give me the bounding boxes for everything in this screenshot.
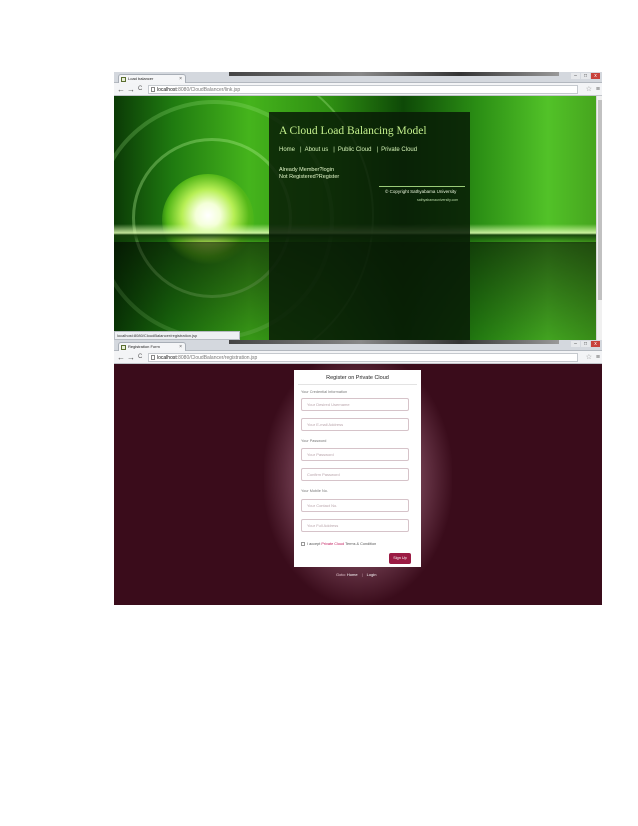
- tab-strip-background: [229, 340, 559, 344]
- terms-suffix: Terms & Condition: [345, 542, 377, 546]
- site-title: A Cloud Load Balancing Model: [279, 125, 427, 137]
- footer-separator: |: [361, 572, 363, 577]
- url-path: :8080/CloudBalancer/link.jsp: [176, 87, 241, 93]
- site-url-text: sathyabamauniversity.com: [417, 198, 459, 202]
- register-link[interactable]: Not Registered?Register: [279, 174, 339, 181]
- url-host: localhost: [157, 87, 177, 93]
- copyright-text: © Copyright Sathyabama University: [385, 189, 457, 194]
- back-arrow-icon[interactable]: ←: [117, 352, 125, 363]
- mobile-input[interactable]: Your Contact No.: [301, 499, 409, 512]
- terms-checkbox[interactable]: [301, 542, 305, 546]
- maximize-button[interactable]: □: [581, 73, 590, 79]
- nav-about-link[interactable]: About us: [305, 147, 329, 153]
- title-divider: [298, 384, 417, 385]
- tab-strip-background: [229, 72, 559, 76]
- browser-menu-icon[interactable]: ≡: [596, 352, 600, 363]
- page-viewport: A Cloud Load Balancing Model Home | About …: [114, 96, 596, 340]
- content-panel: A Cloud Load Balancing Model Home | About …: [269, 112, 470, 340]
- mobile-section-label: Your Mobile No.: [301, 489, 328, 493]
- minimize-button[interactable]: –: [571, 73, 580, 79]
- address-bar[interactable]: localhost:8080/CloudBalancer/registratio…: [148, 353, 578, 362]
- nav-separator: |: [333, 147, 335, 153]
- page-viewport: Register on Private Cloud Your Credentia…: [114, 364, 602, 605]
- browser-window-load-balancer: Load balancer × – □ x ← → C localhost:80…: [114, 72, 602, 340]
- close-window-button[interactable]: x: [591, 341, 600, 347]
- page-favicon-icon: [121, 345, 126, 350]
- address-bar[interactable]: localhost:8080/CloudBalancer/link.jsp: [148, 85, 578, 94]
- username-input[interactable]: Your Desired Username: [301, 398, 409, 411]
- copyright-divider: [379, 186, 465, 187]
- tab-close-icon[interactable]: ×: [179, 343, 182, 351]
- nav-separator: |: [300, 147, 302, 153]
- browser-window-registration: Registration Form × – □ x ← → C localhos…: [114, 340, 602, 605]
- nav-home-link[interactable]: Home: [279, 147, 295, 153]
- tab-strip: Load balancer × – □ x: [114, 72, 602, 83]
- tab-registration-form[interactable]: Registration Form ×: [118, 342, 186, 351]
- url-host: localhost: [157, 355, 177, 361]
- address-toolbar: ← → C localhost:8080/CloudBalancer/link.…: [114, 83, 602, 96]
- back-arrow-icon[interactable]: ←: [117, 84, 125, 95]
- page-favicon-icon: [121, 77, 126, 82]
- password-input[interactable]: Your Password: [301, 448, 409, 461]
- member-login-link[interactable]: Already Member?login: [279, 167, 339, 174]
- footer-login-link[interactable]: Login: [367, 572, 377, 577]
- bookmark-star-icon[interactable]: ☆: [586, 84, 592, 95]
- goto-label: Goto:: [336, 572, 346, 577]
- reload-icon[interactable]: C: [138, 352, 142, 363]
- footer-home-link[interactable]: Home: [347, 572, 358, 577]
- tab-strip: Registration Form × – □ x: [114, 340, 602, 351]
- tab-load-balancer[interactable]: Load balancer ×: [118, 74, 186, 83]
- page-document-icon: [151, 87, 155, 92]
- close-window-button[interactable]: x: [591, 73, 600, 79]
- nav-separator: |: [376, 147, 379, 153]
- terms-prefix: I accept: [307, 542, 321, 546]
- tab-title: Load balancer: [128, 76, 154, 81]
- url-path: :8080/CloudBalancer/registration.jsp: [176, 355, 258, 361]
- status-bar-url: localhost:8080/CloudBalancer/registratio…: [114, 331, 240, 340]
- form-title: Register on Private Cloud: [326, 375, 389, 381]
- address-toolbar: ← → C localhost:8080/CloudBalancer/regis…: [114, 351, 602, 364]
- registration-card: Register on Private Cloud Your Credentia…: [294, 370, 421, 567]
- credentials-section-label: Your Credential Information: [301, 390, 348, 394]
- maximize-button[interactable]: □: [581, 341, 590, 347]
- browser-menu-icon[interactable]: ≡: [596, 84, 600, 95]
- forward-arrow-icon[interactable]: →: [127, 84, 135, 95]
- terms-link[interactable]: Private Cloud: [321, 542, 344, 546]
- nav-private-cloud-link[interactable]: Private Cloud: [381, 147, 417, 153]
- sign-up-button[interactable]: Sign Up: [389, 553, 411, 564]
- nav-public-cloud-link[interactable]: Public Cloud: [338, 147, 372, 153]
- page-document-icon: [151, 355, 155, 360]
- window-controls: – □ x: [571, 73, 600, 79]
- minimize-button[interactable]: –: [571, 341, 580, 347]
- email-input[interactable]: Your E-mail Address: [301, 418, 409, 431]
- auth-links: Already Member?login Not Registered?Regi…: [279, 167, 339, 181]
- scrollbar-thumb[interactable]: [598, 100, 602, 300]
- terms-row: I accept Private Cloud Terms & Condition: [301, 542, 376, 546]
- confirm-password-input[interactable]: Confirm Password: [301, 468, 409, 481]
- forward-arrow-icon[interactable]: →: [127, 352, 135, 363]
- site-nav: Home | About us | Public Cloud | Private Cloud: [279, 147, 419, 153]
- password-section-label: Your Password: [301, 439, 327, 443]
- footer-links: Goto: Home | Login: [336, 572, 376, 577]
- tab-close-icon[interactable]: ×: [179, 75, 182, 83]
- address-input[interactable]: Your Full Address: [301, 519, 409, 532]
- vertical-scrollbar[interactable]: [596, 96, 602, 340]
- tab-title: Registration Form: [128, 344, 160, 349]
- window-controls: – □ x: [571, 341, 600, 347]
- reload-icon[interactable]: C: [138, 84, 142, 95]
- bookmark-star-icon[interactable]: ☆: [586, 352, 592, 363]
